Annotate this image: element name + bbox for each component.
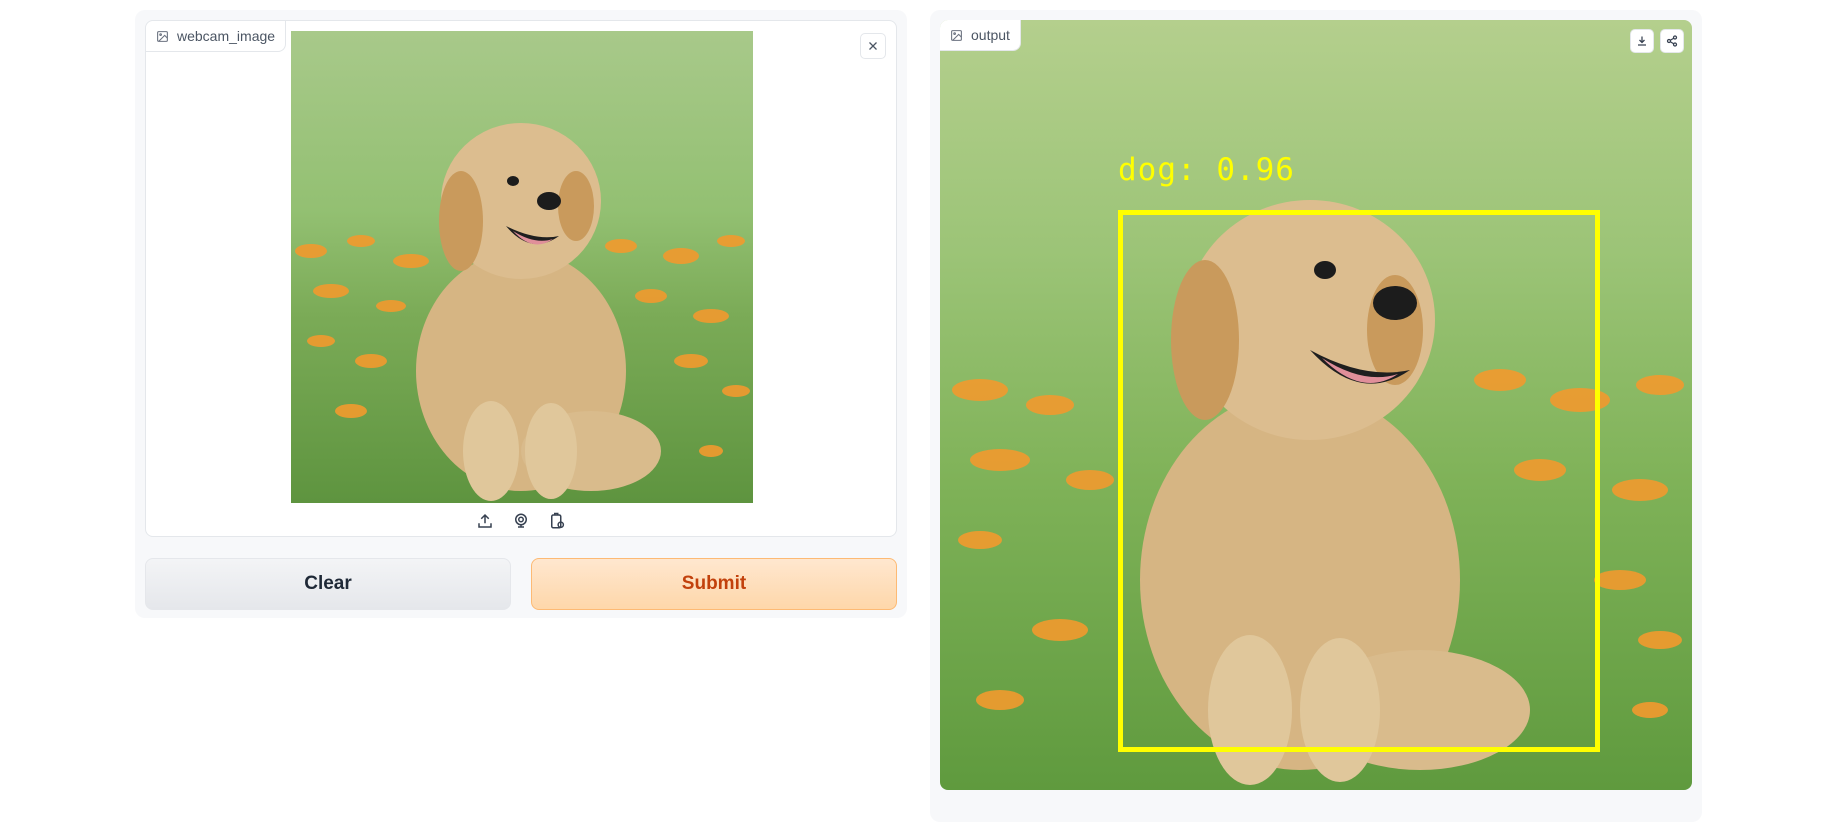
output-label: output [971,27,1010,43]
output-panel: output dog: 0.96 [930,10,1702,822]
puppy-image [291,31,753,503]
clipboard-icon [551,512,565,529]
clear-image-button[interactable] [860,33,886,59]
upload-source-button[interactable] [473,509,497,533]
download-button[interactable] [1630,29,1654,53]
clipboard-source-button[interactable] [545,509,569,533]
output-image: output dog: 0.96 [940,20,1692,790]
input-label-tag: webcam_image [146,21,287,52]
input-panel: webcam_image Clear Submit [135,10,907,618]
webcam-source-button[interactable] [509,509,533,533]
share-button[interactable] [1660,29,1684,53]
output-label-tag: output [940,20,1021,51]
image-source-selector [146,509,896,533]
output-actions [1630,29,1684,53]
webcam-image-input[interactable]: webcam_image [145,20,897,537]
detection-bounding-box [1118,210,1600,752]
clear-button[interactable]: Clear [145,558,511,610]
image-icon [157,30,168,42]
upload-icon [478,513,492,528]
image-icon [951,29,962,41]
input-image-preview [291,31,753,503]
detection-label: dog: 0.96 [1118,152,1295,188]
webcam-icon [515,513,527,528]
share-icon [1666,35,1678,47]
submit-button[interactable]: Submit [531,558,897,610]
download-icon [1638,36,1646,46]
input-label: webcam_image [177,28,276,44]
close-icon [869,42,877,50]
